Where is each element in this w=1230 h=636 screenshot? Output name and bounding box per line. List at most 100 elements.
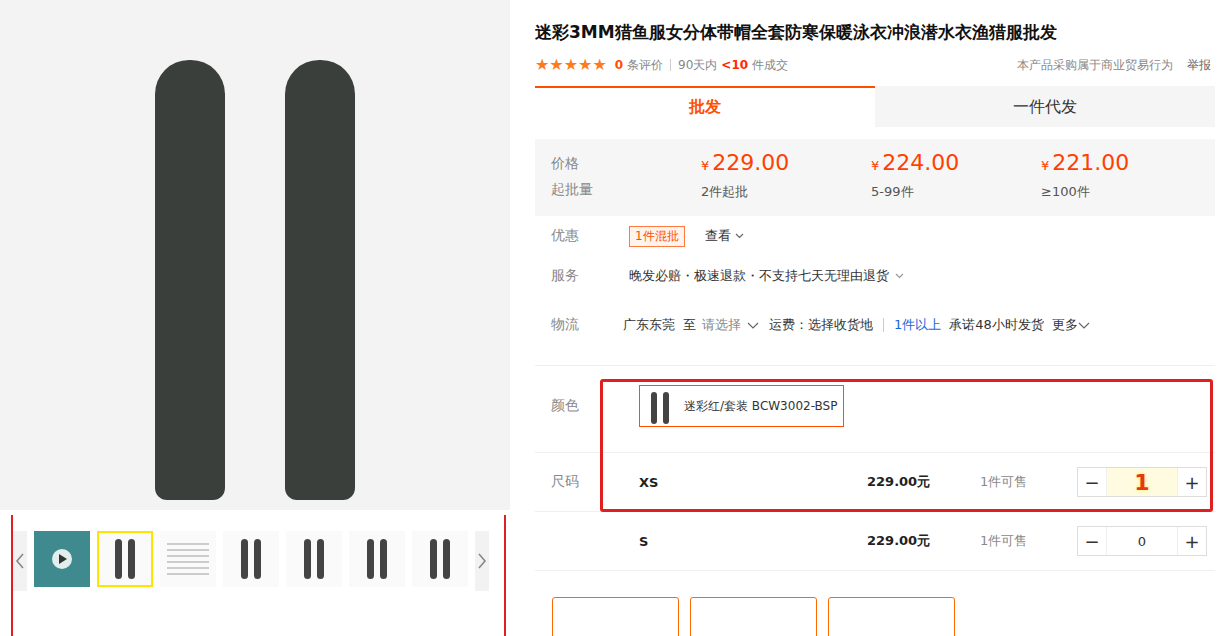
tier-moq: ≥100件	[1041, 179, 1211, 205]
row-label: 优惠	[535, 227, 623, 245]
model-figure	[155, 60, 225, 500]
thumbnail[interactable]	[412, 531, 468, 587]
quantity-stepper: −1+	[1077, 467, 1207, 497]
size-name: XS	[623, 475, 867, 490]
price-tier: ¥229.002件起批	[701, 150, 871, 205]
main-image	[0, 0, 510, 510]
quantity-stepper: −0+	[1077, 526, 1207, 556]
play-icon	[51, 548, 73, 570]
sales-label: 件成交	[752, 57, 788, 73]
sales-count: <10	[721, 57, 748, 73]
view-link[interactable]: 查看	[705, 227, 744, 245]
chevron-down-icon[interactable]	[895, 273, 904, 279]
sales-period: 90天内	[678, 57, 717, 73]
tier-moq: 5-99件	[871, 179, 1041, 205]
star-rating: ★★★★★	[535, 57, 607, 73]
thumbnail[interactable]	[97, 531, 153, 587]
ship-promise: 承诺48小时发货	[949, 316, 1044, 334]
chevron-down-icon	[735, 233, 744, 239]
tier-price: ¥221.00	[1041, 150, 1211, 179]
row-label: 尺码	[535, 473, 623, 491]
trade-notice: 本产品采购属于商业贸易行为	[1017, 57, 1173, 73]
plus-button[interactable]: +	[1178, 468, 1206, 496]
size-name: S	[623, 534, 867, 549]
service-text[interactable]: 晚发必赔・极速退款・不支持七天无理由退货	[629, 267, 889, 285]
review-count[interactable]: 0	[615, 57, 623, 73]
next-arrow-icon[interactable]	[475, 531, 489, 591]
stock: 1件可售	[980, 473, 1077, 491]
action-button[interactable]	[690, 597, 817, 636]
prev-arrow-icon[interactable]	[13, 531, 27, 591]
size-chart	[167, 543, 209, 575]
model-figures	[241, 539, 261, 579]
star-icon: ★	[535, 57, 549, 73]
model-figures	[430, 539, 450, 579]
service-row: 服务晚发必赔・极速退款・不支持七天无理由退货	[535, 256, 1215, 296]
price-label: 价格	[551, 150, 701, 176]
price-tier: ¥221.00≥100件	[1041, 150, 1211, 205]
stock: 1件可售	[980, 532, 1077, 550]
model-figure	[285, 60, 355, 500]
quantity-input[interactable]: 0	[1106, 527, 1178, 555]
product-detail: 迷彩3MM猎鱼服女分体带帽全套防寒保暖泳衣冲浪潜水衣渔猎服批发★★★★★0条评价…	[535, 0, 1215, 636]
star-icon: ★	[564, 57, 578, 73]
tier-price: ¥229.00	[701, 150, 871, 179]
separator	[670, 59, 671, 71]
tab[interactable]: 一件代发	[875, 86, 1215, 127]
thumbnail[interactable]	[160, 531, 216, 587]
price-table: 价格起批量¥229.002件起批¥224.005-99件¥221.00≥100件	[535, 139, 1215, 216]
price-tier: ¥224.005-99件	[871, 150, 1041, 205]
star-icon: ★	[549, 57, 563, 73]
logistics-row: 物流广东东莞至请选择 运费：选择收货地 1件以上承诺48小时发货更多	[535, 305, 1215, 366]
thumbnail[interactable]	[349, 531, 405, 587]
size-row: S229.00元1件可售−0+	[535, 512, 1215, 571]
model-figures	[304, 539, 324, 579]
action-button[interactable]	[552, 597, 679, 636]
tier-moq: 2件起批	[701, 179, 871, 205]
model-figures	[115, 539, 135, 579]
action-button[interactable]	[828, 597, 955, 636]
color-option[interactable]: 迷彩红/套装 BCW3002-BSP	[639, 385, 844, 427]
promotion-tag: 1件混批	[629, 226, 685, 247]
model-figures	[367, 539, 387, 579]
min-qty: 1件以上	[894, 316, 941, 334]
report-link[interactable]: 举报	[1187, 57, 1211, 73]
quantity-input[interactable]: 1	[1106, 468, 1178, 496]
separator	[883, 318, 884, 332]
tab-bar: 批发一件代发	[535, 86, 1215, 127]
meta-row: ★★★★★0条评价90天内<10件成交本产品采购属于商业贸易行为举报	[535, 57, 1215, 73]
gallery	[0, 0, 535, 636]
moq-label: 起批量	[551, 176, 701, 202]
thumbnail[interactable]	[223, 531, 279, 587]
color-row: 颜色迷彩红/套装 BCW3002-BSP	[535, 366, 1215, 453]
product-page: 迷彩3MM猎鱼服女分体带帽全套防寒保暖泳衣冲浪潜水衣渔猎服批发★★★★★0条评价…	[0, 0, 1230, 636]
action-bar	[535, 597, 1215, 636]
size-price: 229.00元	[867, 532, 980, 550]
star-icon: ★	[578, 57, 592, 73]
minus-button[interactable]: −	[1078, 527, 1106, 555]
size-row: 尺码XS229.00元1件可售−1+	[535, 453, 1215, 512]
freight: 运费：选择收货地	[769, 316, 873, 334]
tab[interactable]: 批发	[535, 86, 875, 127]
chevron-down-icon[interactable]	[1078, 322, 1090, 329]
row-label: 服务	[535, 267, 623, 285]
color-thumbnail	[642, 388, 678, 424]
review-label: 条评价	[627, 57, 663, 73]
thumbnail-strip	[11, 515, 506, 636]
size-price: 229.00元	[867, 473, 980, 491]
tier-price: ¥224.00	[871, 150, 1041, 179]
product-title: 迷彩3MM猎鱼服女分体带帽全套防寒保暖泳衣冲浪潜水衣渔猎服批发	[535, 20, 1215, 44]
thumbnail[interactable]	[34, 531, 90, 587]
to-label: 至	[683, 316, 696, 334]
star-icon: ★	[592, 57, 606, 73]
sku-options: 颜色迷彩红/套装 BCW3002-BSP尺码XS229.00元1件可售−1+S2…	[535, 366, 1215, 571]
plus-button[interactable]: +	[1178, 527, 1206, 555]
row-label: 物流	[535, 316, 623, 334]
origin: 广东东莞	[623, 316, 675, 334]
row-label: 颜色	[535, 397, 623, 415]
destination-select[interactable]: 请选择	[702, 316, 741, 334]
thumbnail[interactable]	[286, 531, 342, 587]
minus-button[interactable]: −	[1078, 468, 1106, 496]
chevron-down-icon[interactable]	[747, 322, 759, 329]
more-link[interactable]: 更多	[1052, 316, 1078, 334]
